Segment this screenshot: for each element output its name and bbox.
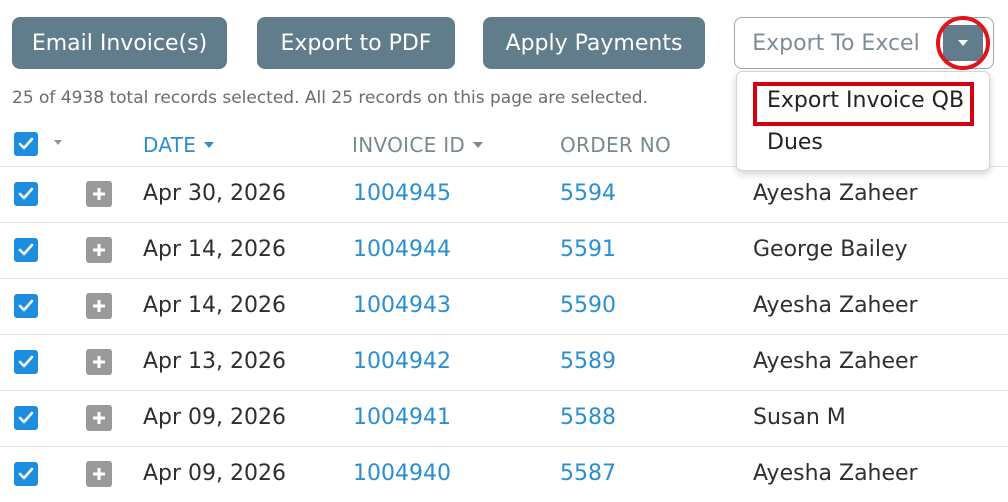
cell-customer: Ayesha Zaheer (753, 461, 918, 486)
cell-order-no-link[interactable]: 5588 (560, 405, 616, 430)
cell-date: Apr 09, 2026 (143, 405, 287, 430)
cell-invoice-id-link[interactable]: 1004940 (353, 461, 451, 486)
row-checkbox[interactable] (14, 350, 38, 374)
cell-date: Apr 14, 2026 (143, 293, 287, 318)
cell-customer: Ayesha Zaheer (753, 349, 918, 374)
expand-row-icon[interactable] (86, 293, 112, 319)
cell-order-no-link[interactable]: 5589 (560, 349, 616, 374)
table-row: Apr 09, 2026 1004941 5588 Susan M (0, 390, 1008, 446)
table-row: Apr 13, 2026 1004942 5589 Ayesha Zaheer (0, 334, 1008, 390)
row-checkbox[interactable] (14, 294, 38, 318)
email-invoices-button[interactable]: Email Invoice(s) (12, 17, 227, 69)
sort-caret-icon (473, 142, 484, 148)
cell-date: Apr 30, 2026 (143, 181, 287, 206)
checkmark-icon (18, 243, 34, 256)
plus-icon (93, 188, 105, 200)
export-dropdown-toggle[interactable] (943, 25, 983, 61)
cell-invoice-id-link[interactable]: 1004945 (353, 181, 451, 206)
expand-row-icon[interactable] (86, 461, 112, 487)
expand-row-icon[interactable] (86, 349, 112, 375)
cell-order-no-link[interactable]: 5594 (560, 181, 616, 206)
column-label-order-no: ORDER NO (560, 133, 672, 157)
row-checkbox[interactable] (14, 462, 38, 486)
cell-date: Apr 13, 2026 (143, 349, 287, 374)
menu-item-export-invoice-qb[interactable]: Export Invoice QB (767, 88, 964, 113)
plus-icon (93, 300, 105, 312)
row-checkbox[interactable] (14, 238, 38, 262)
table-row: Apr 14, 2026 1004943 5590 Ayesha Zaheer (0, 278, 1008, 334)
export-excel-split-button: Export To Excel (734, 17, 994, 69)
cell-date: Apr 09, 2026 (143, 461, 287, 486)
table-row: Apr 09, 2026 1004940 5587 Ayesha Zaheer (0, 446, 1008, 502)
plus-icon (93, 244, 105, 256)
expand-row-icon[interactable] (86, 237, 112, 263)
caret-down-icon (958, 40, 968, 46)
table-row: Apr 14, 2026 1004944 5591 George Bailey (0, 222, 1008, 278)
menu-item-dues[interactable]: Dues (767, 130, 823, 155)
expand-row-icon[interactable] (86, 405, 112, 431)
checkmark-icon (18, 187, 34, 200)
plus-icon (93, 412, 105, 424)
cell-order-no-link[interactable]: 5591 (560, 237, 616, 262)
checkmark-icon (18, 411, 34, 424)
selection-status: 25 of 4938 total records selected. All 2… (12, 88, 648, 108)
cell-date: Apr 14, 2026 (143, 237, 287, 262)
cell-customer: Susan M (753, 405, 846, 430)
checkmark-icon (18, 299, 34, 312)
checkmark-icon (18, 137, 34, 150)
cell-invoice-id-link[interactable]: 1004942 (353, 349, 451, 374)
toolbar: Email Invoice(s) Export to PDF Apply Pay… (0, 0, 1008, 80)
column-header-date[interactable]: DATE (143, 133, 215, 157)
column-header-invoice-id[interactable]: INVOICE ID (352, 133, 484, 157)
expand-row-icon[interactable] (86, 181, 112, 207)
checkmark-icon (18, 355, 34, 368)
cell-invoice-id-link[interactable]: 1004944 (353, 237, 451, 262)
column-header-order-no[interactable]: ORDER NO (560, 133, 671, 157)
plus-icon (93, 468, 105, 480)
export-pdf-button[interactable]: Export to PDF (257, 17, 455, 69)
apply-payments-button[interactable]: Apply Payments (483, 17, 705, 69)
cell-order-no-link[interactable]: 5590 (560, 293, 616, 318)
row-checkbox[interactable] (14, 182, 38, 206)
export-excel-button[interactable]: Export To Excel (735, 18, 937, 68)
column-label-date: DATE (143, 133, 197, 157)
column-label-invoice-id: INVOICE ID (352, 133, 466, 157)
plus-icon (93, 356, 105, 368)
export-dropdown-menu: Export Invoice QB Dues (736, 71, 990, 171)
table-row: Apr 30, 2026 1004945 5594 Ayesha Zaheer (0, 166, 1008, 222)
sort-caret-icon (204, 142, 215, 148)
cell-order-no-link[interactable]: 5587 (560, 461, 616, 486)
cell-invoice-id-link[interactable]: 1004943 (353, 293, 451, 318)
cell-customer: George Bailey (753, 237, 908, 262)
cell-customer: Ayesha Zaheer (753, 293, 918, 318)
cell-invoice-id-link[interactable]: 1004941 (353, 405, 451, 430)
bulk-select-caret-icon[interactable] (54, 140, 62, 145)
checkmark-icon (18, 467, 34, 480)
cell-customer: Ayesha Zaheer (753, 181, 918, 206)
select-all-checkbox[interactable] (14, 132, 38, 156)
row-checkbox[interactable] (14, 406, 38, 430)
